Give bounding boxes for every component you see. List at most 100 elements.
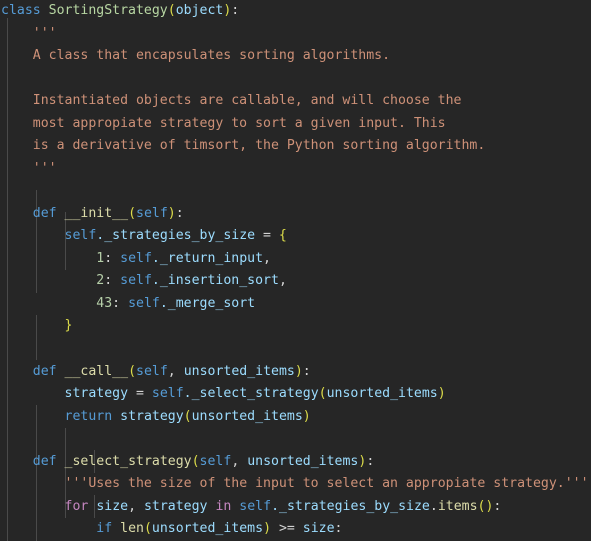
code-token: items — [437, 498, 478, 514]
code-token: in — [215, 498, 232, 514]
code-token: for — [64, 498, 89, 514]
code-token: , — [278, 273, 287, 289]
code-line[interactable]: 1: self._return_input, — [0, 248, 591, 271]
code-token: object — [175, 3, 224, 18]
code-token: ._strategies_by_size — [96, 228, 256, 244]
code-line[interactable]: 43: self._merge_sort — [0, 293, 591, 316]
code-token: self — [239, 498, 272, 514]
code-token: class — [1, 3, 41, 18]
code-token: def — [32, 205, 57, 221]
code-token: , — [167, 363, 184, 379]
code-line[interactable]: A class that encapsulates sorting algori… — [0, 45, 591, 68]
code-token: ._insertion_sort — [151, 273, 279, 289]
code-line[interactable]: Instantiated objects are callable, and w… — [0, 90, 591, 113]
code-token: is a derivative of timsort, the Python s… — [1, 138, 486, 154]
code-line[interactable] — [0, 338, 591, 361]
code-token: : — [366, 453, 375, 469]
code-token: Instantiated objects are callable, and w… — [1, 93, 462, 109]
code-token: __call__ — [64, 363, 129, 379]
code-token: , — [263, 250, 271, 266]
code-token: . — [429, 498, 438, 514]
code-line[interactable]: '''Uses the size of the input to select … — [0, 473, 591, 496]
code-editor[interactable]: class SortingStrategy(object): ''' A cla… — [0, 0, 591, 541]
code-token: ._strategies_by_size — [271, 498, 430, 514]
code-token: unsorted_items — [191, 408, 303, 424]
code-token: A class that encapsulates sorting algori… — [1, 48, 391, 64]
code-line[interactable]: is a derivative of timsort, the Python s… — [0, 135, 591, 158]
code-content[interactable]: class SortingStrategy(object): ''' A cla… — [0, 0, 591, 541]
code-line[interactable]: strategy = self._select_strategy(unsorte… — [0, 383, 591, 406]
code-line[interactable]: ''' — [0, 23, 591, 46]
code-line[interactable]: def _select_strategy(self, unsorted_item… — [0, 451, 591, 474]
code-token: ( — [318, 386, 327, 402]
code-token: ( — [191, 453, 200, 469]
code-line[interactable]: def __call__(self, unsorted_items): — [0, 361, 591, 384]
code-token: __init__ — [64, 205, 129, 221]
code-token: : — [175, 205, 184, 221]
code-line[interactable]: return strategy(unsorted_items) — [0, 406, 591, 429]
code-token: = — [255, 228, 279, 244]
code-token: _select_strategy — [64, 453, 192, 469]
code-token: ) — [294, 363, 303, 379]
code-token: def — [32, 453, 57, 469]
code-token: '''Uses the size of the input to select … — [64, 476, 589, 492]
code-token: len — [120, 521, 144, 537]
code-token: = — [128, 386, 152, 402]
code-token: ._merge_sort — [159, 295, 256, 311]
code-line[interactable]: def __init__(self): — [0, 203, 591, 226]
code-line[interactable]: for size, strategy in self._strategies_b… — [0, 496, 591, 519]
code-line[interactable]: ''' — [0, 158, 591, 181]
code-token: ( — [128, 205, 137, 221]
code-token: self — [136, 363, 168, 379]
code-line[interactable]: 2: self._insertion_sort, — [0, 270, 591, 293]
code-token: () — [477, 498, 494, 514]
code-token: ( — [143, 521, 152, 537]
code-token: : — [112, 295, 129, 311]
code-token: self — [120, 250, 152, 266]
code-token: } — [64, 318, 73, 334]
code-line[interactable] — [0, 428, 591, 451]
code-token: ._select_strategy — [183, 386, 319, 402]
code-line[interactable]: class SortingStrategy(object): — [0, 0, 591, 23]
code-line[interactable] — [0, 180, 591, 203]
code-line[interactable]: } — [0, 315, 591, 338]
code-token: ) — [437, 386, 446, 402]
code-line[interactable]: self._strategies_by_size = { — [0, 225, 591, 248]
code-token: self — [120, 273, 152, 289]
code-token: self — [136, 205, 168, 221]
code-line[interactable]: most appropiate strategy to sort a given… — [0, 113, 591, 136]
code-token: : — [302, 363, 311, 379]
code-token: , — [231, 453, 248, 469]
code-token: ( — [128, 363, 137, 379]
code-token: unsorted_items — [326, 386, 438, 402]
code-token: self — [128, 295, 160, 311]
code-token: ''' — [1, 160, 57, 176]
code-token: unsorted_items — [183, 363, 295, 379]
code-line[interactable]: if len(unsorted_items) >= size: — [0, 518, 591, 541]
code-token: : — [334, 521, 343, 537]
code-line[interactable] — [0, 68, 591, 91]
code-token: , — [128, 498, 144, 514]
code-token: 43 — [96, 295, 113, 311]
code-token: size — [96, 498, 129, 514]
code-token: ) — [302, 408, 311, 424]
code-token: ''' — [1, 25, 57, 41]
